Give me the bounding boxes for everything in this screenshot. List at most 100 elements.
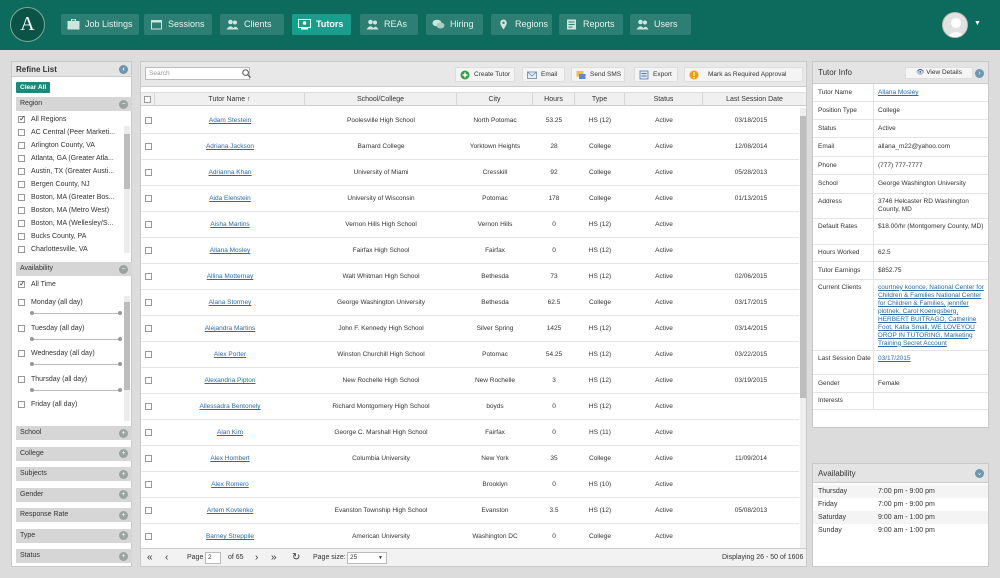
chevron-down-icon[interactable]: ▼ (974, 20, 981, 27)
tutor-name-link[interactable]: Allessadra Bentonely (199, 403, 260, 410)
nav-job-listings[interactable]: Job Listings (61, 14, 139, 35)
first-page-icon[interactable]: « (147, 549, 153, 567)
tutor-name-cell[interactable]: Alana Stormey (155, 290, 305, 316)
row-checkbox[interactable] (145, 299, 152, 306)
plus-icon[interactable]: + (119, 551, 128, 561)
tutor-name-cell[interactable]: Artem Kovtenko (155, 498, 305, 524)
tutor-name-link[interactable]: Adrianna Khan (208, 169, 251, 176)
day-option[interactable]: Wednesday (all day) (18, 349, 122, 358)
table-row[interactable]: Aisha Martins Vernon Hills High School Ver… (141, 212, 799, 238)
table-row[interactable]: Alex Porter Winston Churchill High School… (141, 342, 799, 368)
nav-clients[interactable]: Clients (220, 14, 284, 35)
row-checkbox[interactable] (145, 143, 152, 150)
plus-icon[interactable]: + (119, 510, 128, 520)
table-row[interactable]: Alejandra Martins John F. Kennedy High Sc… (141, 316, 799, 342)
minus-icon[interactable]: − (119, 99, 128, 109)
table-row[interactable]: Adrianna Khan University of Miami Cresskil… (141, 160, 799, 186)
nav-hiring[interactable]: Hiring (426, 14, 483, 35)
region-scrollbar[interactable] (124, 126, 130, 253)
checkbox[interactable] (18, 401, 25, 408)
checkbox[interactable] (18, 233, 25, 240)
collapse-right-icon[interactable]: › (975, 69, 984, 78)
filter-section-gender[interactable]: Gender + (16, 487, 132, 502)
info-value-link[interactable]: Allana Mosley (878, 89, 918, 96)
tutor-name-link[interactable]: Alex Romero (211, 481, 249, 488)
user-avatar[interactable] (942, 12, 968, 38)
info-value-link[interactable]: 03/17/2015 (878, 355, 911, 362)
filter-section-school[interactable]: School + (16, 426, 132, 440)
nav-reports[interactable]: Reports (559, 14, 623, 35)
row-checkbox[interactable] (145, 273, 152, 280)
filter-section-availability[interactable]: Availability − (16, 262, 132, 276)
tutor-name-cell[interactable]: Barney Streppile (155, 524, 305, 548)
region-option[interactable]: Bucks County, PA (18, 232, 122, 241)
table-row[interactable]: Aida Elenstein University of Wisconsin Pot… (141, 186, 799, 212)
tutor-name-link[interactable]: Artem Kovtenko (207, 507, 253, 514)
filter-section-type[interactable]: Type + (16, 528, 132, 543)
chevron-down-icon[interactable]: ⌄ (975, 469, 984, 478)
tutor-name-link[interactable]: Aisha Martins (210, 221, 249, 228)
tutor-name-cell[interactable]: Allana Mosley (155, 238, 305, 264)
checkbox[interactable] (18, 155, 25, 162)
day-option[interactable]: Monday (all day) (18, 298, 122, 307)
search-input[interactable]: Search (145, 67, 251, 80)
checkbox[interactable] (18, 168, 25, 175)
page-number-input[interactable]: 2 (205, 552, 221, 564)
checkbox[interactable] (18, 350, 25, 357)
tutor-name-cell[interactable]: Adam Stestein (155, 108, 305, 134)
region-option[interactable]: AC Central (Peer Marketi... (18, 128, 122, 137)
time-range-slider[interactable] (30, 362, 122, 366)
day-option[interactable]: Thursday (all day) (18, 375, 122, 384)
tutor-name-cell[interactable]: Alex Porter (155, 342, 305, 368)
tutor-name-link[interactable]: Allina Motternay (207, 273, 254, 280)
checkbox[interactable] (18, 220, 25, 227)
clear-all-button[interactable]: Clear All (16, 82, 51, 93)
plus-icon[interactable]: + (119, 449, 128, 458)
tutor-name-cell[interactable]: Alan Kim (155, 420, 305, 446)
tutor-name-link[interactable]: Adriana Jackson (206, 143, 254, 150)
row-checkbox[interactable] (145, 429, 152, 436)
plus-icon[interactable]: + (119, 428, 128, 438)
checkbox[interactable] (18, 324, 25, 332)
tutor-name-cell[interactable]: Alexandria Pipton (155, 368, 305, 394)
info-value-link[interactable]: courtney koonce, National Center for Chi… (878, 284, 984, 347)
plus-icon[interactable]: + (119, 490, 128, 499)
plus-icon[interactable]: + (119, 531, 128, 540)
region-option[interactable]: Boston, MA (Metro West) (18, 206, 122, 215)
time-range-slider[interactable] (30, 387, 122, 392)
tutor-name-cell[interactable]: Adriana Jackson (155, 134, 305, 160)
checkbox[interactable] (18, 181, 25, 188)
tutor-name-cell[interactable]: Alex Hombert (155, 446, 305, 472)
row-checkbox[interactable] (145, 481, 152, 488)
filter-section-status[interactable]: Status + (16, 549, 132, 563)
export-button[interactable]: Export (634, 67, 678, 82)
table-row[interactable]: Alex Romero Brooklyn 0 HS (10) Active (141, 472, 799, 498)
checkbox[interactable] (18, 246, 25, 253)
column-header-tutor-name[interactable]: Tutor Name ↑ (155, 93, 305, 106)
region-option[interactable]: Atlanta, GA (Greater Atla... (18, 154, 122, 163)
region-option[interactable]: Boston, MA (Greater Bos... (18, 193, 122, 202)
nav-sessions[interactable]: Sessions (144, 14, 212, 35)
table-row[interactable]: Adam Stestein Poolesville High School Nort… (141, 108, 799, 134)
filter-section-college[interactable]: College + (16, 446, 132, 461)
header-select-all[interactable] (141, 93, 155, 106)
email-button[interactable]: Email (522, 67, 565, 82)
minus-icon[interactable]: − (119, 264, 128, 274)
tutor-name-link[interactable]: Allana Mosley (210, 247, 250, 254)
table-row[interactable]: Alex Hombert Columbia University New York 3… (141, 446, 799, 472)
page-size-select[interactable]: 25 ▼ (347, 552, 387, 564)
nav-reas[interactable]: REAs (360, 14, 418, 35)
row-checkbox[interactable] (145, 117, 152, 124)
collapse-left-icon[interactable]: ‹ (119, 65, 128, 74)
table-row[interactable]: Barney Streppile American University Washi… (141, 524, 799, 548)
nav-regions[interactable]: Regions (491, 14, 552, 35)
app-logo[interactable]: A (10, 7, 45, 42)
checkbox[interactable] (18, 207, 25, 214)
next-page-icon[interactable]: › (255, 549, 258, 567)
tutor-name-cell[interactable]: Aisha Martins (155, 212, 305, 238)
tutor-name-link[interactable]: Alejandra Martins (205, 325, 256, 332)
tutor-name-cell[interactable]: Adrianna Khan (155, 160, 305, 186)
tutor-name-link[interactable]: Alan Kim (217, 429, 243, 436)
search-icon[interactable] (242, 69, 251, 78)
send-sms-button[interactable]: Send SMS (571, 67, 625, 82)
